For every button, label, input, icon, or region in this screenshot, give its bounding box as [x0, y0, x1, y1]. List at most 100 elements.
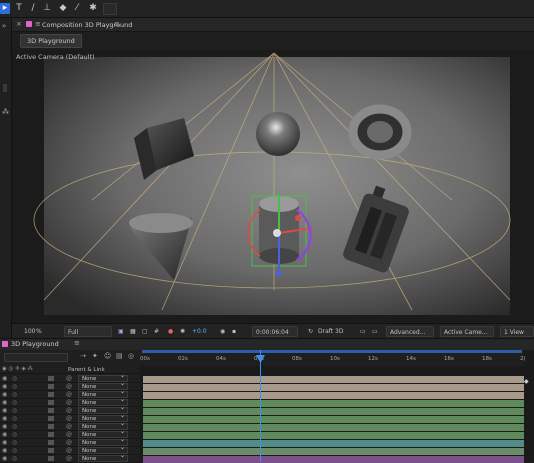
renderer-icon[interactable]: ↻	[308, 326, 313, 337]
label-color-swatch[interactable]	[48, 432, 54, 437]
layer-duration-bar[interactable]	[143, 448, 524, 455]
selection-tool-icon[interactable]: ▸	[0, 3, 10, 14]
exposure-value[interactable]: +0.0	[192, 326, 207, 337]
resolution-dropdown[interactable]: Full	[64, 326, 112, 337]
draft-3d-icon[interactable]: ✦	[92, 352, 98, 360]
eye-icon[interactable]: ◉	[2, 439, 7, 446]
timeline-tab[interactable]: 3D Playground	[11, 340, 59, 348]
comp-flowchart-icon[interactable]: ⇢	[80, 352, 86, 360]
snapshot-icon[interactable]: ◉	[220, 326, 225, 337]
expand-panel-icon[interactable]: »	[2, 22, 6, 30]
pick-whip-icon[interactable]: @	[66, 431, 72, 438]
renderer-options-dropdown[interactable]: Advanced...	[386, 326, 434, 337]
playhead-line[interactable]	[260, 350, 261, 462]
zoom-unit[interactable]: %	[36, 326, 42, 337]
shy-icon[interactable]: ☺	[104, 352, 111, 360]
label-color-swatch[interactable]	[48, 376, 54, 381]
label-color-swatch[interactable]	[48, 384, 54, 389]
solo-icon[interactable]: ◎	[12, 391, 17, 398]
roto-brush-tool-icon[interactable]: ⁄	[72, 3, 82, 14]
layer-duration-bar[interactable]	[143, 416, 524, 423]
motion-blur-icon[interactable]: ◎	[128, 352, 134, 360]
eye-icon[interactable]: ◉	[2, 423, 7, 430]
mask-visibility-icon[interactable]: ▢	[142, 326, 148, 337]
pick-whip-icon[interactable]: @	[66, 375, 72, 382]
camera-dropdown[interactable]: Active Came...	[440, 326, 494, 337]
layer-duration-bar[interactable]	[143, 400, 524, 407]
torus-object[interactable]	[348, 104, 412, 160]
layer-duration-bar[interactable]	[143, 376, 524, 383]
color-management-icon[interactable]: ✺	[180, 326, 185, 337]
work-area-bar[interactable]	[142, 350, 522, 353]
eye-icon[interactable]: ◉	[2, 447, 7, 454]
label-color-swatch[interactable]	[48, 440, 54, 445]
eye-icon[interactable]: ◉	[2, 391, 7, 398]
frame-blend-icon[interactable]: ▤	[116, 352, 123, 360]
eye-icon[interactable]: ◉	[2, 431, 7, 438]
pick-whip-icon[interactable]: @	[66, 447, 72, 454]
composition-viewer[interactable]	[12, 50, 534, 322]
parent-dropdown[interactable]: None	[78, 453, 128, 462]
channel-icon[interactable]: ●	[168, 326, 173, 337]
panel-handle[interactable]	[3, 84, 7, 92]
label-color-swatch[interactable]	[48, 448, 54, 453]
draft-icon[interactable]: ▭	[360, 326, 366, 337]
solo-icon[interactable]: ◎	[12, 439, 17, 446]
solo-icon[interactable]: ◎	[12, 415, 17, 422]
grid-icon[interactable]: #	[154, 326, 159, 337]
eye-icon[interactable]: ◉	[2, 375, 7, 382]
timeline-menu-icon[interactable]: ≡	[74, 339, 80, 347]
eraser-tool-icon[interactable]: ◆	[58, 3, 68, 14]
pick-whip-icon[interactable]: @	[66, 399, 72, 406]
region-of-interest-icon[interactable]: ▣	[118, 326, 124, 337]
lock-icon[interactable]: ≡	[35, 20, 41, 28]
brush-tool-icon[interactable]: ∕	[28, 3, 38, 14]
solo-icon[interactable]: ◎	[12, 375, 17, 382]
keyframe-nav-icon[interactable]: ◆	[524, 378, 529, 385]
solo-icon[interactable]: ◎	[12, 423, 17, 430]
pick-whip-icon[interactable]: @	[66, 391, 72, 398]
close-icon[interactable]: ×	[16, 20, 22, 28]
timecode-field[interactable]: 0:00:06:04	[252, 326, 298, 337]
layer-duration-bar[interactable]	[143, 424, 524, 431]
sphere-object[interactable]	[256, 112, 300, 156]
solo-icon[interactable]: ◎	[12, 399, 17, 406]
camera-view-icon[interactable]: ▭	[372, 326, 378, 337]
layer-duration-bar[interactable]	[143, 392, 524, 399]
layer-duration-bar[interactable]	[143, 432, 524, 439]
label-color-swatch[interactable]	[48, 408, 54, 413]
pick-whip-icon[interactable]: @	[66, 407, 72, 414]
label-color-swatch[interactable]	[48, 392, 54, 397]
pick-whip-icon[interactable]: @	[66, 383, 72, 390]
label-color-swatch[interactable]	[48, 416, 54, 421]
panel-menu-icon[interactable]: ≡	[114, 20, 120, 28]
solo-icon[interactable]: ◎	[12, 407, 17, 414]
show-snapshot-icon[interactable]: ▪	[232, 326, 236, 337]
pick-whip-icon[interactable]: @	[66, 415, 72, 422]
tab-3d-playground[interactable]: 3D Playground	[20, 34, 82, 48]
renderer-label[interactable]: Draft 3D	[318, 326, 343, 337]
layer-duration-bar[interactable]	[143, 440, 524, 447]
label-color-swatch[interactable]	[48, 400, 54, 405]
eye-icon[interactable]: ◉	[2, 383, 7, 390]
viewer-scene[interactable]	[12, 50, 534, 322]
solo-icon[interactable]: ◎	[12, 383, 17, 390]
views-dropdown[interactable]: 1 View	[500, 326, 534, 337]
solo-icon[interactable]: ◎	[12, 447, 17, 454]
transparency-grid-icon[interactable]: ▦	[130, 326, 136, 337]
solo-icon[interactable]: ◎	[12, 431, 17, 438]
layer-duration-bar[interactable]	[143, 384, 524, 391]
clone-stamp-tool-icon[interactable]: ⊥	[42, 3, 52, 14]
puppet-pin-tool-icon[interactable]: ✱	[88, 3, 98, 14]
pick-whip-icon[interactable]: @	[66, 455, 72, 462]
eye-icon[interactable]: ◉	[2, 415, 7, 422]
layer-duration-bar[interactable]	[143, 408, 524, 415]
node-icon[interactable]: ⁂	[2, 108, 9, 116]
tool-options-box[interactable]	[103, 3, 117, 15]
pick-whip-icon[interactable]: @	[66, 439, 72, 446]
label-color-swatch[interactable]	[48, 424, 54, 429]
timeline-search-input[interactable]	[4, 353, 68, 362]
eye-icon[interactable]: ◉	[2, 407, 7, 414]
text-tool-icon[interactable]: T	[14, 3, 24, 14]
zoom-value[interactable]: 100	[24, 326, 35, 337]
